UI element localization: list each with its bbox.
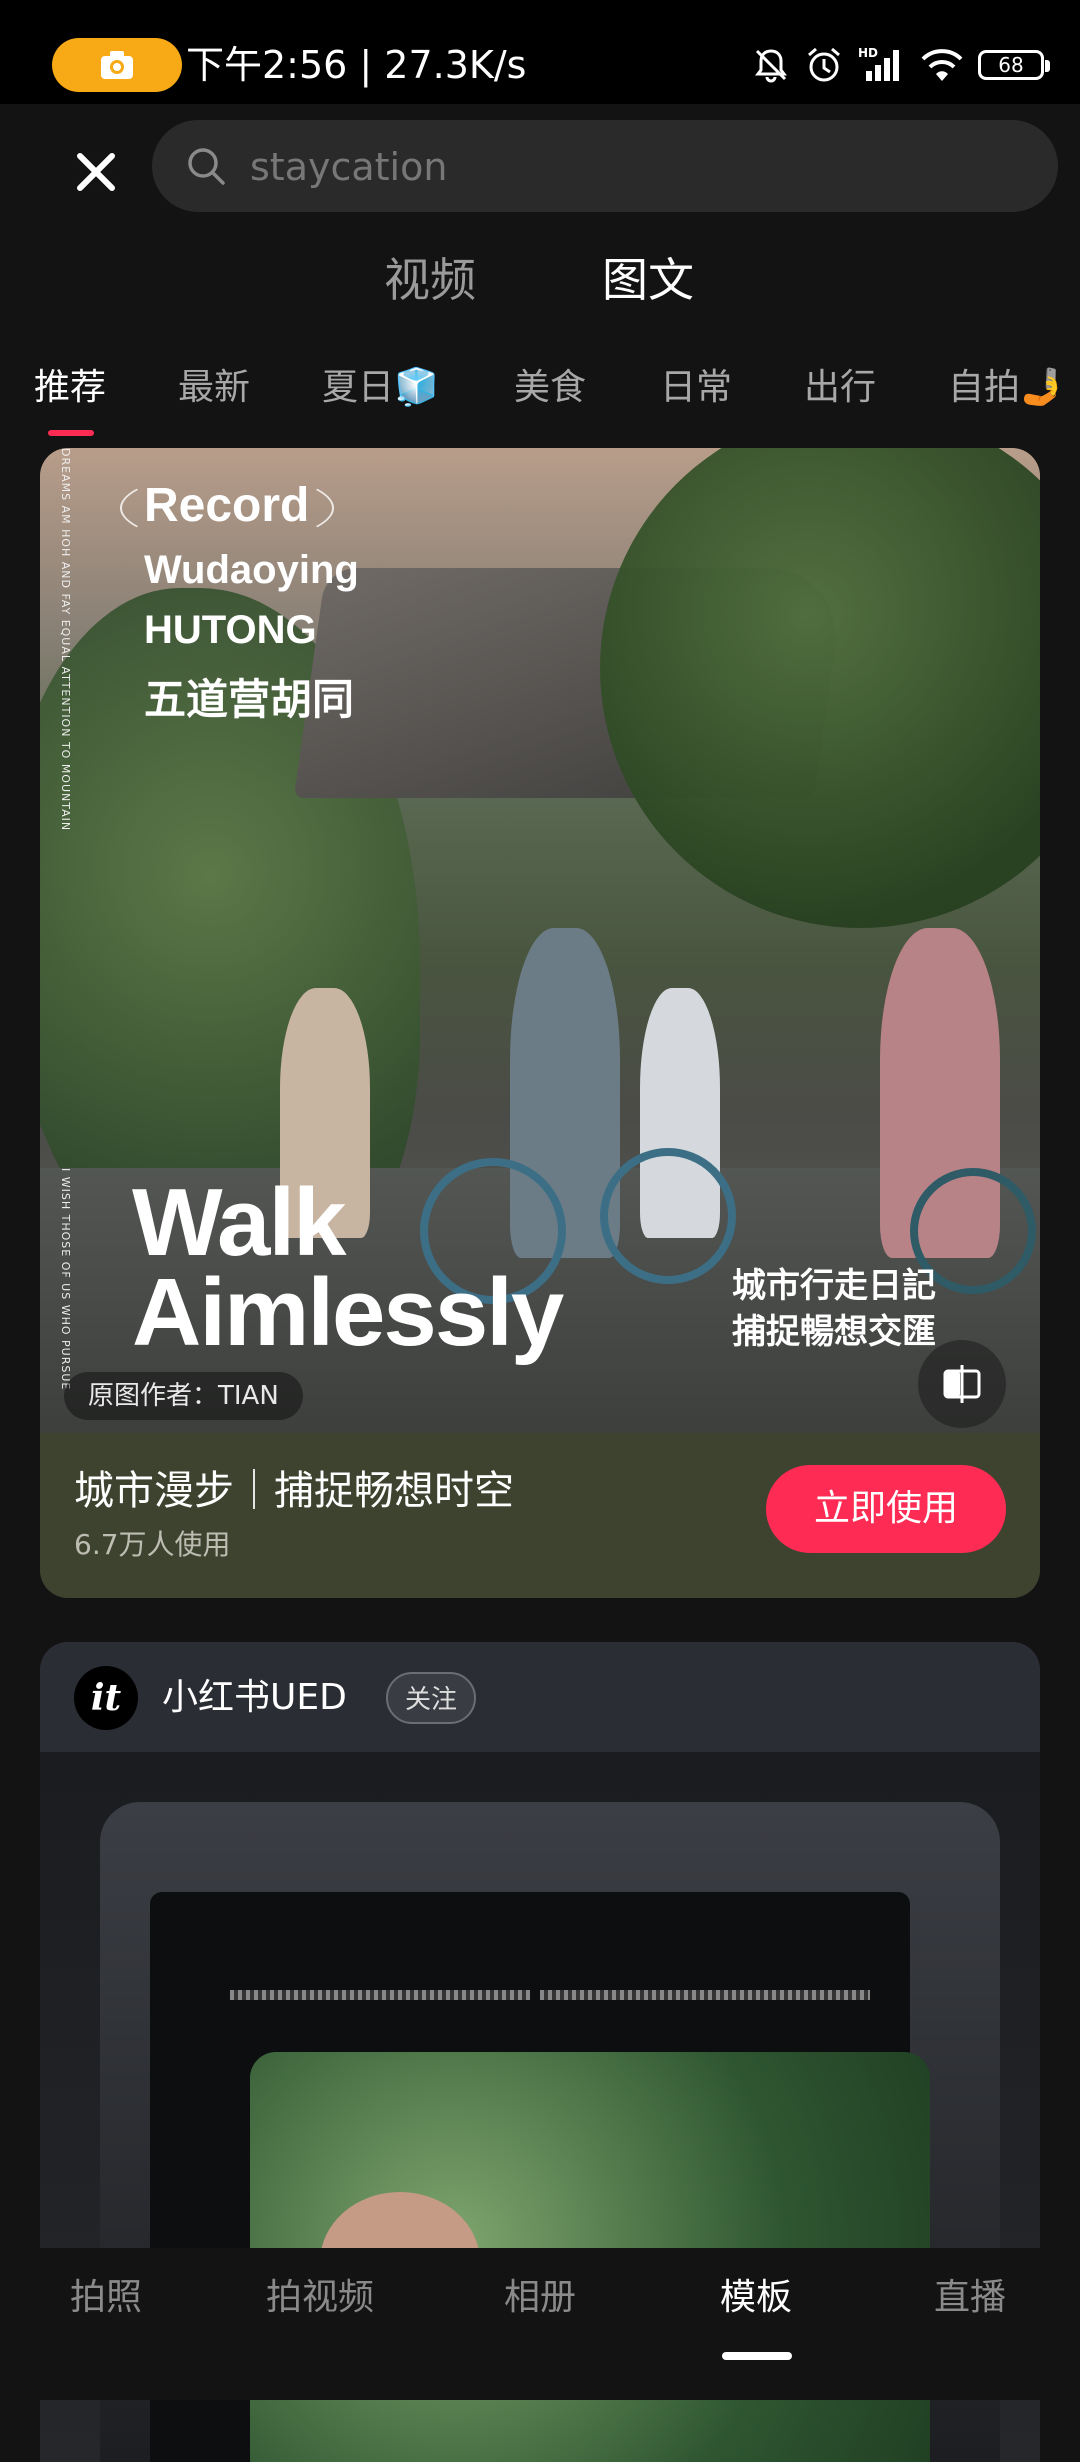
category-tab-daily[interactable]: 日常 bbox=[660, 362, 732, 414]
post-card-header: it 小红书UED 关注 bbox=[40, 1642, 1040, 1752]
svg-text:HD: HD bbox=[858, 46, 878, 60]
status-icons: HD 68 bbox=[752, 38, 1050, 92]
use-now-button[interactable]: 立即使用 bbox=[766, 1465, 1006, 1553]
overlay-walk-line1: Walk bbox=[132, 1169, 347, 1276]
camera-record-icon bbox=[101, 51, 133, 79]
category-tab-recommended[interactable]: 推荐 bbox=[34, 362, 106, 414]
overlay-walk-aimlessly: Walk Aimlessly bbox=[132, 1169, 564, 1366]
nav-live[interactable]: 直播 bbox=[934, 2272, 1006, 2324]
active-tab-indicator bbox=[48, 430, 94, 436]
search-input[interactable] bbox=[248, 120, 1012, 214]
overlay-walk-line2: Aimlessly bbox=[132, 1259, 564, 1366]
category-tab-selfie[interactable]: 自拍🤳 bbox=[948, 362, 1065, 414]
close-button[interactable] bbox=[60, 136, 132, 208]
avatar-logo-text: it bbox=[90, 1677, 122, 1719]
avatar[interactable]: it bbox=[74, 1666, 138, 1730]
nav-album[interactable]: 相册 bbox=[504, 2272, 576, 2324]
screen-record-indicator[interactable] bbox=[52, 38, 182, 92]
scene-camera-spring bbox=[230, 1990, 530, 2000]
category-tab-latest[interactable]: 最新 bbox=[178, 362, 250, 414]
original-author-label: 原图作者：TIAN bbox=[64, 1372, 303, 1420]
battery-icon: 68 bbox=[978, 50, 1050, 80]
tab-video[interactable]: 视频 bbox=[384, 248, 476, 312]
wifi-icon bbox=[921, 49, 963, 81]
hd-signal-icon: HD bbox=[858, 46, 899, 81]
bottom-navigation: 拍照 拍视频 相册 模板 直播 bbox=[0, 2248, 1080, 2400]
scene-camera-spring bbox=[540, 1990, 870, 2000]
category-tabs: 推荐 最新 夏日🧊 美食 日常 出行 自拍🤳 bbox=[0, 352, 1080, 444]
follow-button[interactable]: 关注 bbox=[386, 1672, 476, 1724]
tab-photo-text[interactable]: 图文 bbox=[602, 248, 694, 312]
close-icon bbox=[77, 153, 115, 191]
compare-icon bbox=[943, 1365, 981, 1403]
media-type-tabs: 视频 图文 bbox=[0, 240, 1080, 320]
scene-bike-wheel bbox=[600, 1148, 736, 1284]
search-icon bbox=[188, 148, 225, 185]
search-header bbox=[0, 104, 1080, 224]
nav-photo[interactable]: 拍照 bbox=[70, 2272, 142, 2324]
overlay-chinese-subtitle: 城市行走日記 捕捉暢想交匯 bbox=[732, 1263, 936, 1355]
overlay-record-text: Record bbox=[119, 472, 335, 544]
user-name[interactable]: 小红书UED bbox=[162, 1668, 347, 1728]
nav-template[interactable]: 模板 bbox=[720, 2272, 792, 2324]
nav-video[interactable]: 拍视频 bbox=[266, 2272, 374, 2324]
category-tab-travel[interactable]: 出行 bbox=[804, 362, 876, 414]
template-usage-count: 6.7万人使用 bbox=[74, 1528, 231, 1561]
overlay-chinese-subtitle-line1: 城市行走日記 bbox=[732, 1266, 936, 1306]
battery-level: 68 bbox=[998, 53, 1024, 77]
mute-bell-icon bbox=[755, 49, 787, 83]
overlay-wudaoying-text: Wudaoying bbox=[144, 548, 359, 592]
overlay-hutong-text: HUTONG bbox=[144, 608, 317, 652]
template-title: 城市漫步｜捕捉畅想时空 bbox=[74, 1468, 514, 1514]
alarm-icon bbox=[808, 47, 840, 82]
status-bar: 下午2:56 | 27.3K/s HD 68 bbox=[0, 0, 1080, 104]
category-tab-food[interactable]: 美食 bbox=[514, 362, 586, 414]
template-card[interactable]: DREAMS AM HOH AND FAY EQUAL ATTENTION TO… bbox=[40, 448, 1040, 1598]
overlay-chinese-subtitle-line2: 捕捉暢想交匯 bbox=[732, 1312, 936, 1352]
scene-trees-right bbox=[600, 448, 1040, 928]
overlay-chinese-title: 五道营胡同 bbox=[144, 676, 355, 723]
compare-button[interactable] bbox=[918, 1340, 1006, 1428]
status-time-speed: 下午2:56 | 27.3K/s bbox=[186, 43, 527, 87]
template-card-footer: 城市漫步｜捕捉畅想时空 6.7万人使用 立即使用 bbox=[40, 1433, 1040, 1598]
template-preview-image[interactable]: DREAMS AM HOH AND FAY EQUAL ATTENTION TO… bbox=[40, 448, 1040, 1433]
nav-active-indicator bbox=[722, 2352, 792, 2360]
search-box[interactable] bbox=[152, 120, 1058, 214]
category-tab-summer[interactable]: 夏日🧊 bbox=[322, 362, 439, 414]
overlay-side-text: DREAMS AM HOH AND FAY EQUAL ATTENTION TO… bbox=[59, 448, 72, 832]
